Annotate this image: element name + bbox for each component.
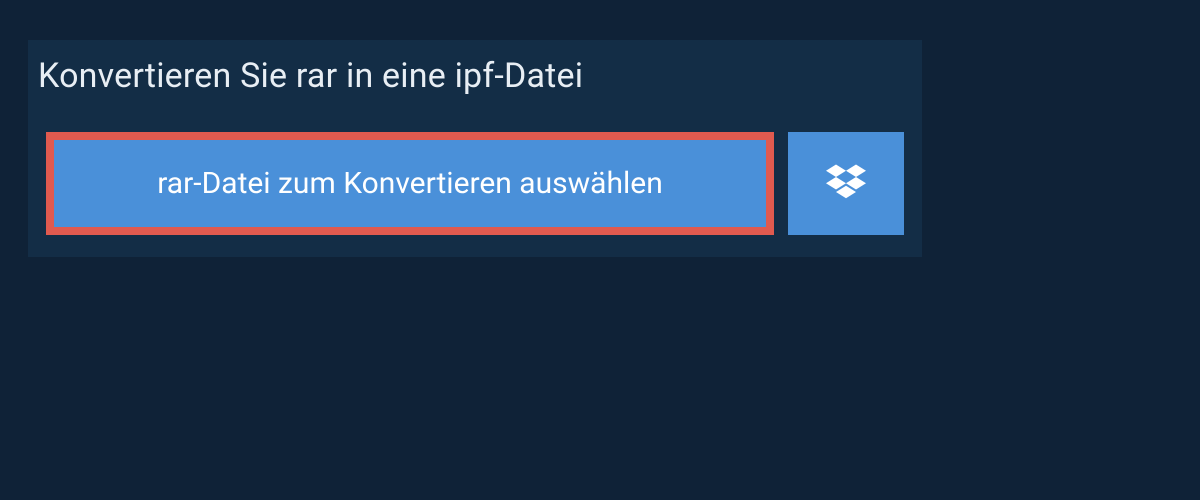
dropbox-button[interactable] xyxy=(788,132,904,235)
select-file-label: rar-Datei zum Konvertieren auswählen xyxy=(157,166,663,201)
page-title: Konvertieren Sie rar in eine ipf-Datei xyxy=(38,56,583,96)
select-file-button[interactable]: rar-Datei zum Konvertieren auswählen xyxy=(46,132,774,235)
button-row: rar-Datei zum Konvertieren auswählen xyxy=(28,114,922,257)
heading-container: Konvertieren Sie rar in eine ipf-Datei xyxy=(28,40,607,114)
converter-panel: Konvertieren Sie rar in eine ipf-Datei r… xyxy=(28,40,922,257)
dropbox-icon xyxy=(826,162,866,206)
